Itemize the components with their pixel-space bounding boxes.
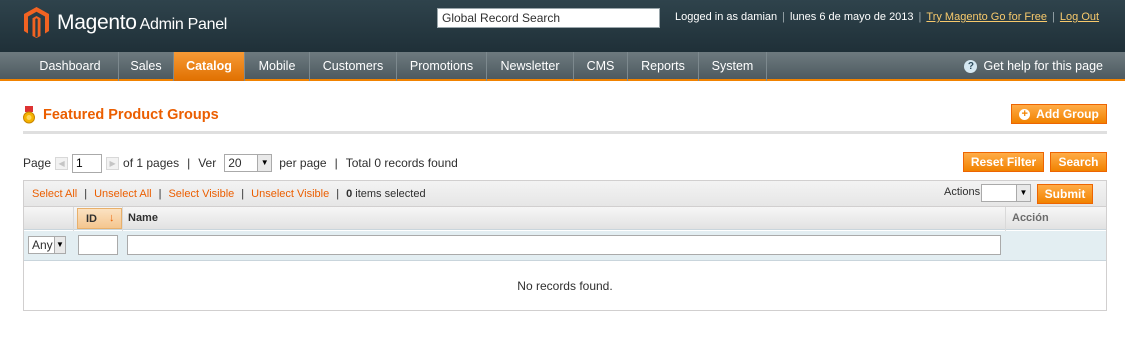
column-header-name[interactable]: Name xyxy=(128,212,158,224)
name-filter-input[interactable] xyxy=(127,235,1001,255)
chevron-down-icon: ▼ xyxy=(1016,185,1030,201)
search-button[interactable]: Search xyxy=(1050,152,1107,172)
per-page-value: 20 xyxy=(228,156,242,170)
select-all-link[interactable]: Select All xyxy=(32,188,77,200)
actions-label: Actions xyxy=(944,186,981,198)
logged-in-text: Logged in as damian xyxy=(675,11,778,23)
nav-item-customers[interactable]: Customers xyxy=(310,52,397,81)
chevron-down-icon: ▼ xyxy=(257,155,272,171)
brand-name: Magento xyxy=(57,10,137,34)
nav-item-catalog[interactable]: Catalog xyxy=(174,52,245,81)
help-link[interactable]: ? Get help for this page xyxy=(964,52,1103,81)
nav-item-sales[interactable]: Sales xyxy=(119,52,174,81)
nav-item-reports[interactable]: Reports xyxy=(628,52,699,81)
add-group-label: Add Group xyxy=(1036,107,1099,121)
select-visible-link[interactable]: Select Visible xyxy=(168,188,234,200)
nav-item-mobile[interactable]: Mobile xyxy=(245,52,310,81)
pager: Page ◀ ▶ of 1 pages | Ver 20 ▼ per page … xyxy=(23,153,458,173)
nav-item-newsletter[interactable]: Newsletter xyxy=(487,52,574,81)
filter-any-value: Any xyxy=(32,238,53,252)
title-divider xyxy=(23,131,1107,134)
empty-records-message: No records found. xyxy=(517,279,613,293)
total-records-text: Total 0 records found xyxy=(345,156,458,170)
admin-header: MagentoAdmin Panel Logged in as damian|l… xyxy=(0,0,1125,52)
brand-subtitle: Admin Panel xyxy=(139,15,228,33)
nav-item-promotions[interactable]: Promotions xyxy=(397,52,487,81)
logout-link[interactable]: Log Out xyxy=(1060,11,1099,23)
id-filter-input[interactable] xyxy=(78,235,118,255)
page-title: Featured Product Groups xyxy=(23,106,219,124)
try-magento-go-link[interactable]: Try Magento Go for Free xyxy=(926,11,1047,23)
magento-logo[interactable]: Magento Admin Panel xyxy=(24,7,227,38)
records-grid: ID ↓ Name Acción Any ▼ No records found. xyxy=(23,207,1107,311)
per-page-label: per page xyxy=(279,156,327,170)
chevron-down-icon: ▼ xyxy=(54,237,65,253)
help-icon: ? xyxy=(964,60,978,73)
view-label: Ver xyxy=(198,156,217,170)
medal-icon xyxy=(23,106,35,124)
prev-page-icon[interactable]: ◀ xyxy=(55,156,69,170)
per-page-select[interactable]: 20 ▼ xyxy=(224,154,273,172)
submit-button[interactable]: Submit xyxy=(1037,184,1093,204)
grid-header-row: ID ↓ Name Acción xyxy=(24,207,1106,230)
unselect-all-link[interactable]: Unselect All xyxy=(94,188,151,200)
column-header-action: Acción xyxy=(1012,212,1049,224)
massaction-bar: Select All | Unselect All | Select Visible | U… xyxy=(23,180,1107,207)
magento-logo-icon xyxy=(24,7,49,38)
unselect-visible-link[interactable]: Unselect Visible xyxy=(251,188,329,200)
nav-item-system[interactable]: System xyxy=(699,52,767,81)
actions-select[interactable]: ▼ xyxy=(981,184,1031,202)
next-page-icon[interactable]: ▶ xyxy=(106,156,120,170)
page-label: Page xyxy=(23,156,52,170)
column-id-label: ID xyxy=(86,213,97,225)
of-pages-text: of 1 pages xyxy=(123,156,180,170)
items-selected-label: items selected xyxy=(355,188,426,200)
page-number-input[interactable] xyxy=(72,153,103,173)
page-title-text: Featured Product Groups xyxy=(43,107,219,123)
help-label: Get help for this page xyxy=(983,59,1103,73)
reset-filter-button[interactable]: Reset Filter xyxy=(963,152,1044,172)
plus-circle-icon: + xyxy=(1019,108,1031,120)
header-links: Logged in as damian | lunes 6 de mayo de 2… xyxy=(675,11,1100,23)
massaction-filter-select[interactable]: Any ▼ xyxy=(28,236,66,254)
column-header-id[interactable]: ID ↓ xyxy=(77,208,122,229)
nav-item-dashboard[interactable]: Dashboard xyxy=(22,52,119,81)
main-nav: Dashboard Sales Catalog Mobile Customers… xyxy=(0,52,1125,81)
selected-count: 0 xyxy=(346,188,353,200)
nav-item-cms[interactable]: CMS xyxy=(574,52,628,81)
filter-row: Any ▼ xyxy=(24,231,1106,261)
add-group-button[interactable]: + Add Group xyxy=(1011,104,1107,124)
global-search-input[interactable] xyxy=(437,8,660,28)
sort-down-arrow-icon: ↓ xyxy=(109,212,115,224)
current-date: lunes 6 de mayo de 2013 xyxy=(790,11,914,23)
